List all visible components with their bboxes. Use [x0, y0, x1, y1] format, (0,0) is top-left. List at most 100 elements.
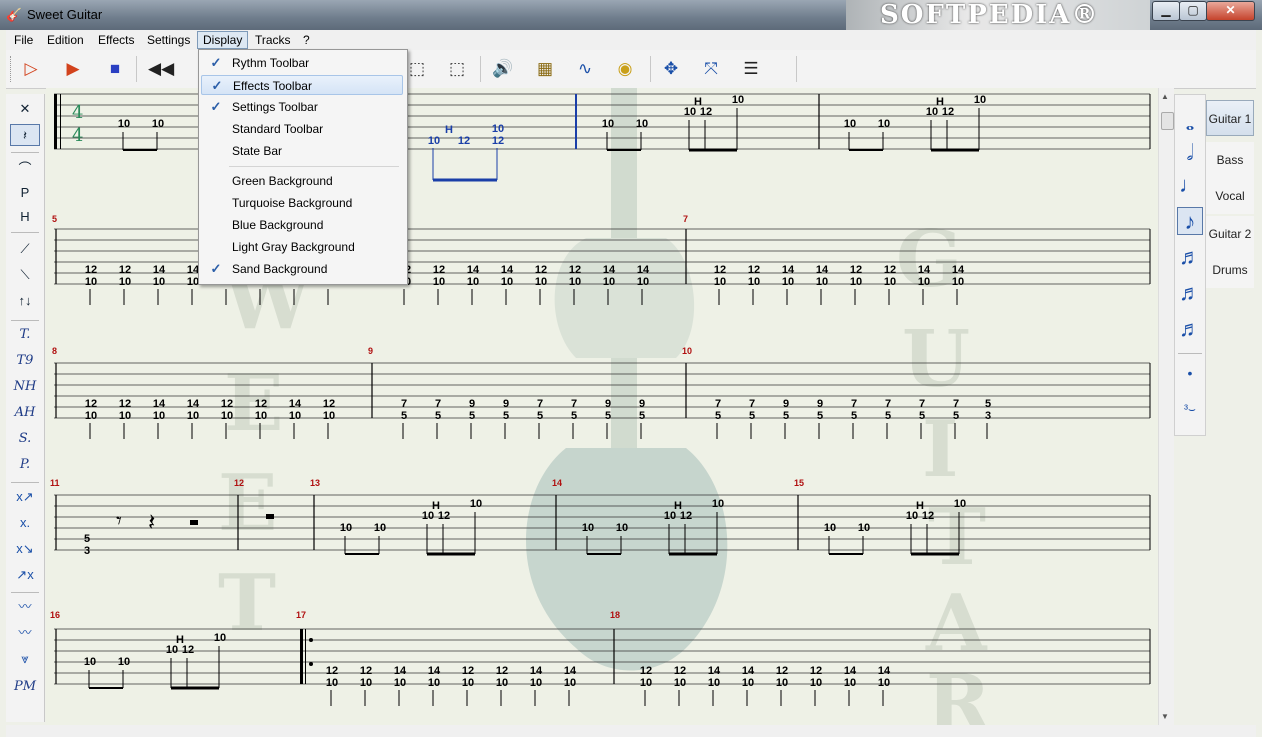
menu-tracks[interactable]: Tracks	[250, 31, 296, 49]
fret-number: 10	[582, 522, 594, 534]
fret-number: 12	[462, 665, 474, 677]
fret-number: 10	[433, 276, 445, 288]
fret-number: 10	[492, 123, 504, 135]
menu-effects[interactable]: Effects	[93, 31, 139, 49]
fret-number: 5	[919, 410, 925, 422]
hammer-on-mark: H	[674, 500, 682, 512]
fret-number: 12	[85, 264, 97, 276]
menu-option-rythm-toolbar[interactable]: ✓ Rythm Toolbar	[201, 53, 403, 73]
wave-icon[interactable]: ∿	[574, 58, 596, 80]
fret-number: 10	[732, 94, 744, 106]
display-menu-dropdown: ✓ Rythm Toolbar ✓ Effects Toolbar ✓ Setting…	[198, 49, 408, 285]
track-bass[interactable]: Bass	[1206, 142, 1254, 178]
vibrato-icon[interactable]: 〰	[10, 596, 40, 618]
loop-end-icon[interactable]: ⬚	[446, 58, 468, 80]
menu-settings[interactable]: Settings	[142, 31, 195, 49]
vertical-scrollbar[interactable]: ▲ ▼	[1158, 88, 1174, 725]
track-drums[interactable]: Drums	[1206, 252, 1254, 288]
dead-note-up-icon[interactable]: x↗	[10, 486, 40, 508]
fret-number: 7	[715, 398, 721, 410]
volume-icon[interactable]: 🔊	[492, 58, 514, 80]
tool-slap[interactable]: S.	[10, 428, 40, 450]
sixty-fourth-note-icon[interactable]: ♬	[1177, 315, 1203, 343]
rewind-icon[interactable]: ◀◀	[148, 58, 174, 80]
track-vocal[interactable]: Vocal	[1206, 178, 1254, 214]
tool-tremolo[interactable]: T9	[10, 350, 40, 372]
pull-off-icon[interactable]: P	[10, 182, 40, 204]
menu-option-effects-toolbar[interactable]: ✓ Effects Toolbar	[201, 75, 403, 95]
title-bar: 🎸 Sweet Guitar SOFTPEDIA® ▁ ▢ ✕	[0, 0, 1262, 30]
sixteenth-note-icon[interactable]: ♬	[1177, 243, 1203, 271]
triplet-icon[interactable]: ³⌣	[1177, 395, 1203, 423]
whammy-icon[interactable]: ⩔	[10, 648, 40, 670]
dead-note-icon[interactable]: x.	[10, 512, 40, 534]
stop-icon[interactable]: ■	[104, 58, 126, 80]
scroll-down-arrow-icon[interactable]: ▼	[1161, 712, 1169, 721]
play-from-cursor-icon[interactable]: ▶	[62, 58, 84, 80]
fret-number: 10	[858, 522, 870, 534]
tool-artificial-harmonic[interactable]: AH	[10, 402, 40, 424]
scrollbar-thumb[interactable]	[1161, 112, 1174, 130]
fret-number: 10	[844, 118, 856, 130]
hammer-on-icon[interactable]: H	[10, 206, 40, 228]
fret-number: 10	[603, 276, 615, 288]
menu-help[interactable]: ?	[298, 31, 315, 49]
quarter-note-icon[interactable]: ♩	[1177, 171, 1203, 199]
menu-option-turquoise-background[interactable]: Turquoise Background	[201, 193, 403, 213]
track-guitar-1[interactable]: Guitar 1	[1206, 100, 1254, 136]
fret-number: 12	[748, 264, 760, 276]
dotted-note-icon[interactable]: •	[1177, 359, 1203, 387]
loop-start-icon[interactable]: ⬚	[406, 58, 428, 80]
menu-option-standard-toolbar[interactable]: Standard Toolbar	[201, 119, 403, 139]
slide-up-icon[interactable]: ⟋	[10, 238, 40, 260]
tuner-icon[interactable]: ◉	[614, 58, 636, 80]
slide-down-icon[interactable]: ⟍	[10, 264, 40, 286]
checkmark-icon: ✓	[211, 78, 223, 93]
dead-note-bend-icon[interactable]: ↗x	[10, 564, 40, 586]
move-icon[interactable]: ✥	[660, 58, 682, 80]
zoom-icon[interactable]: ⤧	[700, 58, 722, 80]
menu-option-settings-toolbar[interactable]: ✓ Settings Toolbar	[201, 97, 403, 117]
eighth-note-icon[interactable]: ♪	[1177, 207, 1203, 235]
menu-option-state-bar[interactable]: State Bar	[201, 141, 403, 161]
play-icon[interactable]: ▷	[20, 58, 42, 80]
thirty-second-note-icon[interactable]: ♬	[1177, 279, 1203, 307]
tool-natural-harmonic[interactable]: NH	[10, 376, 40, 398]
fret-number: 5	[605, 410, 611, 422]
menu-option-sand-background[interactable]: ✓ Sand Background	[201, 259, 403, 279]
tool-pop[interactable]: P.	[10, 454, 40, 476]
fret-number: 12	[714, 264, 726, 276]
menu-option-green-background[interactable]: Green Background	[201, 171, 403, 191]
wide-vibrato-icon[interactable]: 〰	[10, 622, 40, 644]
menu-display[interactable]: Display	[197, 31, 249, 49]
fret-number: 12	[884, 264, 896, 276]
fret-number: 12	[810, 665, 822, 677]
track-guitar-2[interactable]: Guitar 2	[1206, 216, 1254, 252]
fret-number: 14	[637, 264, 650, 276]
fret-number: 10	[844, 677, 856, 689]
menu-option-light-gray-background[interactable]: Light Gray Background	[201, 237, 403, 257]
menu-option-blue-background[interactable]: Blue Background	[201, 215, 403, 235]
tool-tap[interactable]: T.	[10, 324, 40, 346]
tool-palm-mute[interactable]: PM	[10, 676, 40, 698]
half-note-icon[interactable]: 𝅗𝅥	[1177, 139, 1203, 167]
dead-note-slide-icon[interactable]: x↘	[10, 538, 40, 560]
bend-icon[interactable]: ↑↓	[10, 290, 40, 312]
minimize-button[interactable]: ▁	[1152, 1, 1180, 21]
delete-note-icon[interactable]: ✕	[10, 98, 40, 120]
menu-file[interactable]: File	[9, 31, 38, 49]
fret-number: 10	[119, 410, 131, 422]
whole-note-icon[interactable]: 𝅝	[1177, 109, 1203, 137]
metronome-icon[interactable]: ▦	[534, 58, 556, 80]
page-layout-icon[interactable]: ☰	[740, 58, 762, 80]
fret-number: 12	[255, 398, 267, 410]
scroll-up-arrow-icon[interactable]: ▲	[1161, 92, 1169, 101]
rest-icon[interactable]: 𝄽	[10, 124, 40, 146]
toolbar-grip[interactable]	[10, 56, 14, 82]
maximize-button[interactable]: ▢	[1179, 1, 1207, 21]
close-button[interactable]: ✕	[1206, 1, 1255, 21]
tie-icon[interactable]: ⌒	[10, 158, 40, 180]
fret-number: 10	[850, 276, 862, 288]
fret-number: 14	[187, 398, 200, 410]
menu-edition[interactable]: Edition	[42, 31, 89, 49]
